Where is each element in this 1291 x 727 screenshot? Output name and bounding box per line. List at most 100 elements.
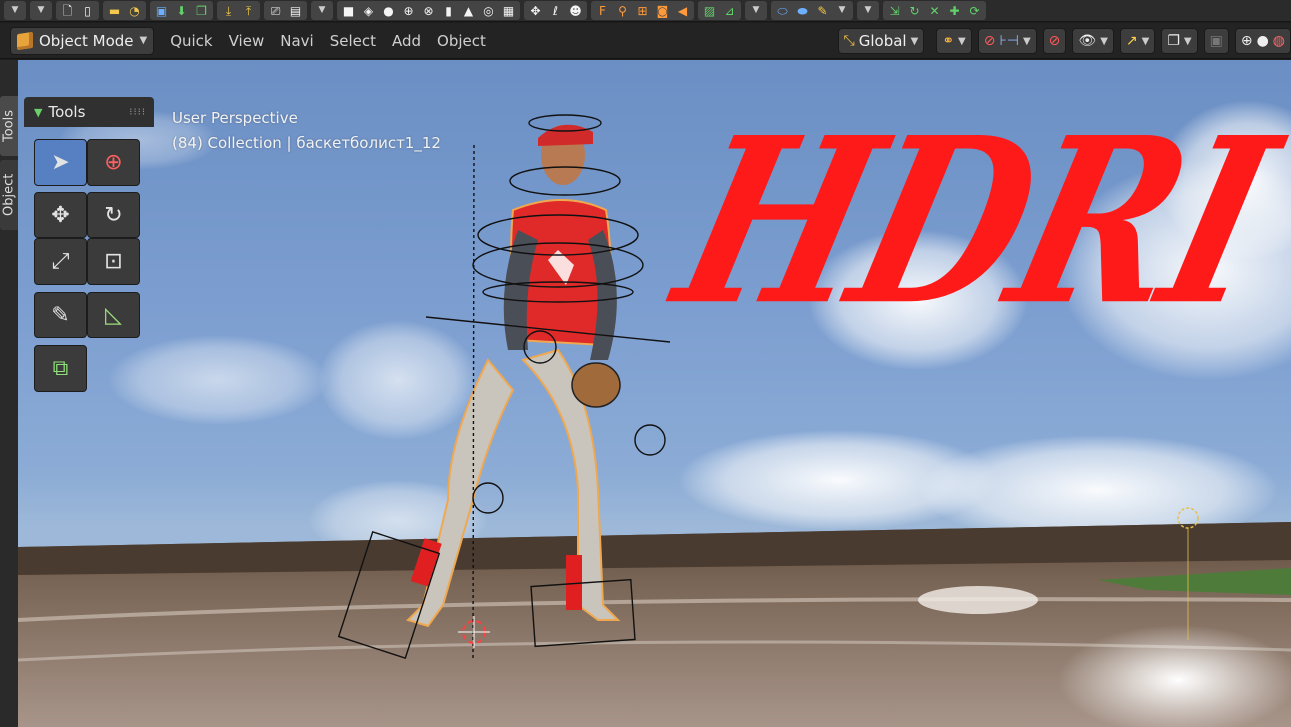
snap-icon[interactable]: ⇲ [885,2,904,19]
snap-increment-icon: ⊦⊣ [999,33,1019,49]
visibility-dropdown[interactable]: 👁 ▼ [1072,28,1114,54]
menu-object[interactable]: Object [429,32,494,50]
gizmo-dropdown[interactable]: ↗ ▼ [1119,28,1156,54]
recent-icon[interactable]: ◔ [125,2,144,19]
xray-icon: ▣ [1209,33,1223,49]
import-icon[interactable]: ⤓ [219,2,238,19]
toolbar-group-anim: ⇲ ↻ ✕ ✚ ⟳ [883,1,986,20]
pivot-dropdown[interactable]: ⚭ ▼ [936,28,972,54]
menu-navi[interactable]: Navi [272,32,321,50]
lasso-icon[interactable]: ℓ [546,2,565,19]
chevron-down-icon: ▼ [958,35,966,47]
move-tool-button[interactable]: ✥ [34,192,87,238]
tools-panel-header[interactable]: ▼ Tools ⁝⁝⁝⁝ [24,97,154,127]
export-icon[interactable]: ⤒ [239,2,258,19]
menu-quick[interactable]: Quick [162,32,220,50]
toolbar-group-save: ▣ ⬇ ❐ [150,1,213,20]
expand-triangle-icon: ▼ [34,105,43,119]
left-tab-strip: Tools Object [0,60,18,727]
scale-tool-button[interactable]: ⤢ [34,238,87,285]
chevron-down-icon[interactable]: ▼ [859,2,877,19]
shader-icon[interactable]: ⬬ [793,2,812,19]
object-mode-icon [17,31,33,50]
armature-icon[interactable]: ⚲ [613,2,632,19]
header-right-controls: ⤡ Global ▼ ⚭ ▼ ⊘ ⊦⊣ ▼ ⊘ 👁 ▼ ↗ ▼ ❐ ▼ ▣ ⊕ … [837,28,1291,54]
cylinder-icon[interactable]: ▮ [439,2,458,19]
viewport-header: Object Mode ▼ Quick View Navi Select Add… [0,23,1291,59]
chevron-down-icon[interactable]: ▼ [313,2,331,19]
plane-icon[interactable]: ■ [339,2,358,19]
scale-icon[interactable]: ✕ [925,2,944,19]
add-cube-tool-button[interactable]: ⧉ [34,345,87,392]
render-icon[interactable]: ⎚ [266,2,285,19]
object-mode-dropdown[interactable]: Object Mode ▼ [10,26,155,55]
cursor-tool-button[interactable]: ⊕ [87,139,140,186]
rotate-icon[interactable]: ↻ [905,2,924,19]
cursor-icon: ⊕ [104,150,123,175]
transform-tool-button[interactable]: ⊡ [87,238,140,285]
open-folder-icon[interactable]: ▬ [105,2,124,19]
menu-select[interactable]: Select [322,32,384,50]
tab-object[interactable]: Object [0,160,18,230]
cube-icon[interactable]: ◈ [359,2,378,19]
chevron-down-icon[interactable]: ▼ [6,2,24,19]
snap-dropdown[interactable]: ⊘ ⊦⊣ ▼ [977,28,1037,54]
save-icon[interactable]: ▣ [152,2,171,19]
perspective-label: User Perspective [172,109,298,127]
circle-icon[interactable]: ● [379,2,398,19]
scale-icon: ⤢ [51,249,70,274]
annotate-tool-button[interactable]: ✎ [34,292,87,338]
chevron-down-icon[interactable]: ▼ [833,2,851,19]
save-copy-icon[interactable]: ❐ [192,2,211,19]
file-icon[interactable]: ▯ [78,2,97,19]
uv-sphere-icon[interactable]: ⊕ [399,2,418,19]
toolbar-group-objects: F ⚲ ⊞ ◙ ◀ [591,1,694,20]
shading-buttons[interactable]: ⊕ ● ◍ [1234,28,1291,54]
toolbar-group-file: 🗋 ▯ [56,1,99,20]
paint-icon[interactable]: ✎ [813,2,832,19]
chevron-down-icon: ▼ [139,35,148,46]
ico-sphere-icon[interactable]: ⊗ [419,2,438,19]
render-animation-icon[interactable]: ▤ [286,2,305,19]
select-arrow-icon: ➤ [51,150,70,175]
image-icon[interactable]: ▨ [700,2,719,19]
speaker-icon[interactable]: ◀ [673,2,692,19]
save-as-icon[interactable]: ⬇ [172,2,191,19]
drag-grip-icon[interactable]: ⁝⁝⁝⁝ [129,107,146,118]
ground-plane [18,522,1291,727]
xray-button[interactable]: ▣ [1203,28,1229,54]
refresh-icon[interactable]: ⟳ [965,2,984,19]
menu-view[interactable]: View [221,32,273,50]
chevron-down-icon[interactable]: ▼ [747,2,765,19]
grid-icon[interactable]: ▦ [499,2,518,19]
font-icon[interactable]: F [593,2,612,19]
transform-icon[interactable]: ✥ [526,2,545,19]
measure-tool-button[interactable]: ◺ [87,292,140,338]
cone-icon[interactable]: ▲ [459,2,478,19]
overlay-icon: ❐ [1167,33,1180,49]
camera-icon[interactable]: ◙ [653,2,672,19]
lattice-icon[interactable]: ⊞ [633,2,652,19]
chevron-down-icon: ▼ [1183,35,1192,47]
proportional-edit-button[interactable]: ⊘ [1042,28,1067,54]
3d-viewport[interactable]: ▼ Tools ⁝⁝⁝⁝ ➤ ⊕ ✥ ↻ ⤢ ⊡ ✎ ◺ ⧉ User Pers… [18,60,1291,727]
rotate-tool-button[interactable]: ↻ [87,192,140,238]
menu-add[interactable]: Add [384,32,429,50]
chevron-down-icon[interactable]: ▼ [32,2,50,19]
tab-tools[interactable]: Tools [0,96,18,156]
monkey-icon[interactable]: ☻ [566,2,585,19]
torus-icon[interactable]: ◎ [479,2,498,19]
toolbar-group-open: ▬ ◔ [103,1,146,20]
move-icon[interactable]: ✚ [945,2,964,19]
select-tool-button[interactable]: ➤ [34,139,87,186]
chevron-down-icon: ▼ [1141,35,1150,47]
orientation-dropdown[interactable]: ⤡ Global ▼ [837,28,925,54]
overlay-dropdown[interactable]: ❐ ▼ [1161,28,1198,54]
graph-icon[interactable]: ⊿ [720,2,739,19]
new-file-icon[interactable]: 🗋 [58,2,77,19]
material-shading-icon: ◍ [1272,33,1285,49]
toolbar-group-chev3: ▼ [857,1,879,20]
pivot-icon: ⚭ [942,33,955,49]
material-icon[interactable]: ⬭ [773,2,792,19]
top-toolbar: ▼ ▼ 🗋 ▯ ▬ ◔ ▣ ⬇ ❐ ⤓ ⤒ ⎚ ▤ ▼ ■ ◈ ● ⊕ ⊗ ▮ … [0,0,1291,22]
